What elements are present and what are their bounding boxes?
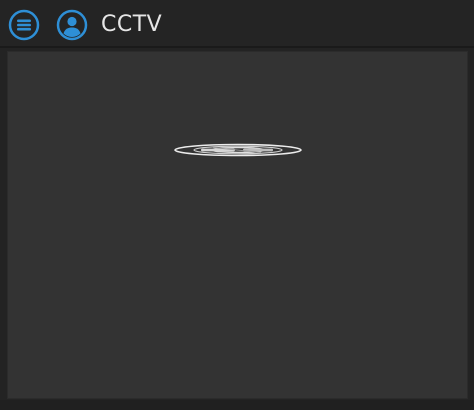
loading-spinner-icon — [174, 143, 302, 157]
loading-spinner — [173, 143, 303, 157]
camera-view — [7, 51, 468, 399]
user-button[interactable] — [56, 9, 88, 41]
bottom-strip — [0, 400, 474, 410]
menu-button[interactable] — [8, 9, 40, 41]
app-window: CCTV — [0, 0, 474, 410]
user-icon — [56, 9, 88, 41]
header-bar: CCTV — [0, 0, 474, 48]
menu-icon — [8, 9, 40, 41]
page-title: CCTV — [101, 12, 163, 37]
